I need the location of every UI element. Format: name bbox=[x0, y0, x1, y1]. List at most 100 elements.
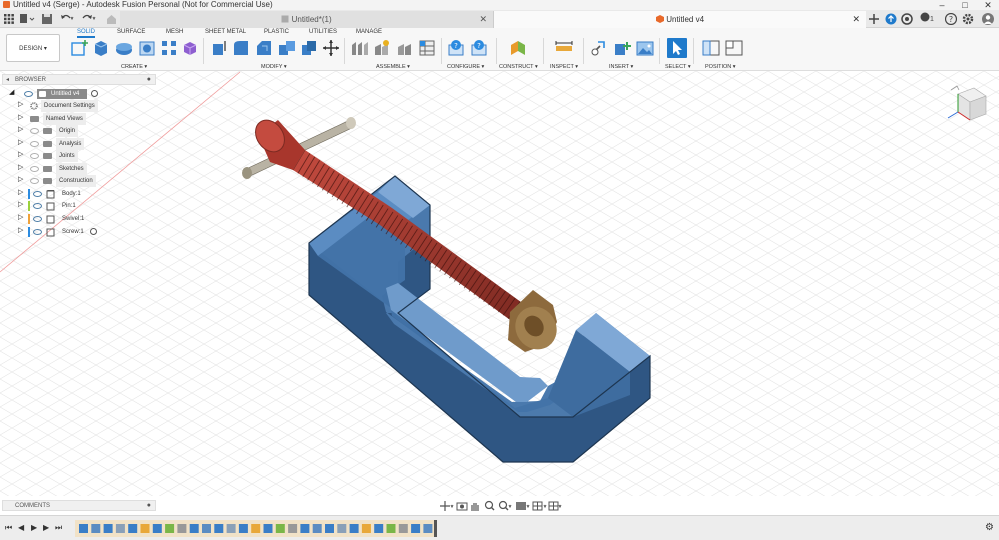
pattern-icon[interactable] bbox=[160, 39, 178, 57]
timeline-feature-icon[interactable] bbox=[288, 524, 298, 533]
tab-manage[interactable]: MANAGE bbox=[356, 29, 382, 35]
home-view-icon[interactable] bbox=[950, 85, 960, 91]
go-to-end-icon[interactable]: ⏭ bbox=[55, 523, 62, 533]
timeline-feature-icon[interactable] bbox=[189, 524, 199, 533]
preferences-gear-icon[interactable] bbox=[961, 12, 975, 26]
look-at-icon[interactable] bbox=[456, 502, 468, 511]
tree-item-pin[interactable]: ▷ Pin:1 bbox=[0, 200, 160, 212]
timeline-feature-icon[interactable] bbox=[337, 524, 347, 533]
display-settings-icon[interactable] bbox=[516, 502, 530, 510]
timeline-feature-icon[interactable] bbox=[128, 524, 138, 533]
timeline-feature-icon[interactable] bbox=[202, 524, 211, 533]
create-form-icon[interactable] bbox=[181, 39, 199, 57]
save-icon[interactable] bbox=[38, 12, 56, 26]
measure-icon[interactable] bbox=[555, 39, 573, 57]
view-cube[interactable] bbox=[944, 80, 992, 130]
play-icon[interactable]: ▶ bbox=[31, 523, 37, 532]
browser-panel-header[interactable]: ◂ BROWSER ● bbox=[2, 74, 156, 85]
timeline-feature-icon[interactable] bbox=[374, 524, 384, 533]
maximize-button[interactable]: □ bbox=[958, 0, 972, 10]
go-to-start-icon[interactable]: ⏮ bbox=[5, 523, 12, 533]
timeline-feature-icon[interactable] bbox=[177, 524, 187, 533]
collapse-arrow-icon[interactable]: ◢ bbox=[9, 88, 17, 98]
tab-utilities[interactable]: UTILITIES bbox=[309, 29, 337, 35]
collapse-panel-icon[interactable]: ◂ bbox=[6, 75, 9, 85]
tab-solid[interactable]: SOLID bbox=[77, 29, 96, 38]
move-copy-icon[interactable] bbox=[322, 39, 340, 57]
insert-mesh-icon[interactable] bbox=[613, 39, 633, 57]
visibility-eye-icon[interactable] bbox=[33, 229, 42, 235]
create-menu[interactable]: CREATE ▾ bbox=[121, 64, 147, 70]
timeline-feature-icon[interactable] bbox=[226, 524, 236, 533]
tab-sheet-metal[interactable]: SHEET METAL bbox=[205, 29, 246, 35]
tree-item-sketches[interactable]: ▷ Sketches bbox=[0, 163, 160, 175]
timeline-feature-icon[interactable] bbox=[103, 524, 113, 533]
undo-icon[interactable] bbox=[58, 12, 76, 26]
tree-item-joints[interactable]: ▷ Joints bbox=[0, 150, 160, 162]
construct-plane-icon[interactable] bbox=[508, 39, 528, 57]
tab-untitled-1[interactable]: Untitled*(1) ✕ bbox=[120, 11, 494, 28]
create-sketch-icon[interactable] bbox=[70, 39, 90, 57]
tree-item-analysis[interactable]: ▷ Analysis bbox=[0, 138, 160, 150]
grid-snaps-icon[interactable] bbox=[532, 501, 547, 511]
orbit-icon[interactable] bbox=[440, 501, 454, 511]
fit-view-icon[interactable] bbox=[498, 500, 512, 511]
configure-table-icon[interactable]: ? bbox=[447, 39, 465, 57]
construct-menu[interactable]: CONSTRUCT ▾ bbox=[499, 64, 538, 70]
hole-icon[interactable] bbox=[138, 39, 156, 57]
timeline-feature-icon[interactable] bbox=[325, 524, 334, 533]
comments-panel-header[interactable]: COMMENTS ● bbox=[2, 500, 156, 511]
timeline-feature-icon[interactable] bbox=[275, 524, 285, 533]
file-menu-icon[interactable] bbox=[18, 12, 36, 26]
timeline-feature-icon[interactable] bbox=[398, 524, 408, 533]
tree-item-body[interactable]: ▷ Body:1 bbox=[0, 188, 160, 200]
timeline-feature-icon[interactable] bbox=[386, 524, 396, 533]
timeline-feature-icon[interactable] bbox=[91, 524, 101, 533]
expand-arrow-icon[interactable]: ▷ bbox=[18, 188, 26, 198]
joint-origin-icon[interactable] bbox=[418, 39, 436, 57]
capture-position-icon[interactable] bbox=[701, 39, 721, 57]
close-tab-button[interactable]: ✕ bbox=[479, 11, 487, 28]
visibility-eye-icon[interactable] bbox=[33, 191, 42, 197]
timeline-feature-icon[interactable] bbox=[165, 524, 175, 533]
timeline-feature-icon[interactable] bbox=[238, 524, 248, 533]
browser-options-icon[interactable]: ● bbox=[147, 75, 151, 85]
select-menu[interactable]: SELECT ▾ bbox=[665, 64, 691, 70]
insert-canvas-icon[interactable] bbox=[636, 39, 654, 57]
fillet-icon[interactable] bbox=[232, 39, 250, 57]
joint-icon[interactable] bbox=[373, 39, 391, 57]
activate-radio-icon[interactable] bbox=[90, 228, 97, 235]
visibility-eye-icon[interactable] bbox=[30, 178, 39, 184]
expand-arrow-icon[interactable]: ▷ bbox=[18, 200, 26, 210]
comments-add-icon[interactable]: ● bbox=[147, 501, 151, 511]
expand-arrow-icon[interactable]: ▷ bbox=[18, 150, 26, 160]
insert-derive-icon[interactable] bbox=[590, 39, 608, 57]
job-status-icon[interactable] bbox=[884, 12, 898, 26]
zoom-icon[interactable] bbox=[484, 500, 495, 511]
tab-untitled-v4[interactable]: Untitled v4 ✕ bbox=[494, 11, 866, 28]
tree-item-named-views[interactable]: ▷ Named Views bbox=[0, 113, 160, 125]
pan-hand-icon[interactable] bbox=[471, 503, 479, 511]
timeline-feature-icon[interactable] bbox=[251, 524, 261, 533]
timeline-feature-icon[interactable] bbox=[263, 524, 273, 533]
visibility-eye-icon[interactable] bbox=[30, 128, 39, 134]
timeline-feature-icon[interactable] bbox=[312, 524, 322, 533]
timeline-marker[interactable] bbox=[434, 520, 437, 537]
timeline-feature-icon[interactable] bbox=[361, 524, 371, 533]
expand-arrow-icon[interactable]: ▷ bbox=[18, 226, 26, 236]
visibility-eye-icon[interactable] bbox=[33, 203, 42, 209]
step-forward-icon[interactable]: ▶ bbox=[43, 523, 49, 532]
expand-arrow-icon[interactable]: ▷ bbox=[18, 175, 26, 185]
visibility-eye-icon[interactable] bbox=[33, 216, 42, 222]
viewports-icon[interactable] bbox=[548, 501, 562, 511]
timeline-feature-icon[interactable] bbox=[140, 524, 150, 533]
revert-position-icon[interactable] bbox=[724, 39, 744, 57]
modify-menu[interactable]: MODIFY ▾ bbox=[261, 64, 287, 70]
close-tab-button[interactable]: ✕ bbox=[852, 11, 860, 28]
configure-menu[interactable]: CONFIGURE ▾ bbox=[447, 64, 484, 70]
expand-arrow-icon[interactable]: ▷ bbox=[18, 125, 26, 135]
timeline-feature-icon[interactable] bbox=[300, 524, 310, 533]
notifications-icon[interactable]: 1 bbox=[918, 12, 936, 26]
timeline-feature-icon[interactable] bbox=[214, 524, 224, 533]
timeline-track[interactable] bbox=[75, 520, 437, 537]
